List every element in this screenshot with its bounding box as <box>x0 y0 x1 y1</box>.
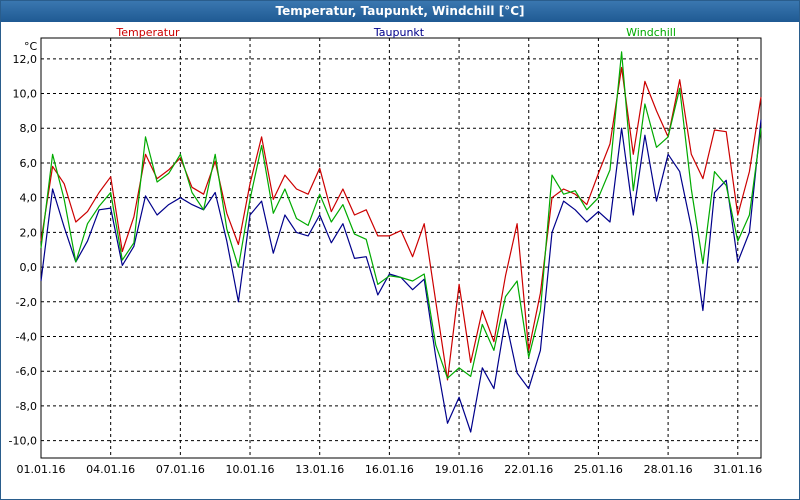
x-tick-label: 19.01.16 <box>435 463 484 476</box>
y-tick-label: -8,0 <box>16 400 37 413</box>
x-tick-label: 04.01.16 <box>86 463 135 476</box>
line-chart: 12,0 10,0 8,0 6,0 4,0 2,0 0,0 -2,0 -4,0 -6,0 -8,0 -… <box>9 26 763 476</box>
y-tick-label: 0,0 <box>20 261 38 274</box>
x-tick-label: 07.01.16 <box>156 463 205 476</box>
x-tick-label: 16.01.16 <box>365 463 414 476</box>
x-axis-labels: 01.01.16 04.01.16 07.01.16 10.01.16 13.01.16… <box>17 463 763 476</box>
legend-entry-temperatur: Temperatur <box>115 26 180 39</box>
legend: Temperatur Taupunkt Windchill <box>115 26 676 39</box>
y-tick-label: -6,0 <box>16 365 37 378</box>
x-tick-label: 25.01.16 <box>574 463 623 476</box>
y-tick-label: 12,0 <box>13 53 38 66</box>
y-tick-label: -10,0 <box>9 435 37 448</box>
y-tick-label: 8,0 <box>20 122 38 135</box>
y-tick-label: 4,0 <box>20 192 38 205</box>
x-tick-label: 10.01.16 <box>226 463 275 476</box>
y-tick-label: 10,0 <box>13 88 38 101</box>
x-tick-label: 22.01.16 <box>504 463 553 476</box>
series-line-temperatur <box>40 66 762 381</box>
y-tick-label: -4,0 <box>16 331 37 344</box>
legend-entry-windchill: Windchill <box>626 26 676 39</box>
x-tick-label: 13.01.16 <box>295 463 344 476</box>
y-tick-label: 6,0 <box>20 157 38 170</box>
y-tick-label: -2,0 <box>16 296 37 309</box>
series-lines <box>40 51 762 433</box>
series-line-taupunkt <box>40 119 762 433</box>
legend-entry-taupunkt: Taupunkt <box>373 26 425 39</box>
y-axis-labels: 12,0 10,0 8,0 6,0 4,0 2,0 0,0 -2,0 -4,0 -6,0 -8,0 -… <box>9 53 37 448</box>
y-tick-label: 2,0 <box>20 226 38 239</box>
y-axis-unit: °C <box>24 40 38 53</box>
x-tick-label: 01.01.16 <box>17 463 66 476</box>
x-tick-label: 31.01.16 <box>713 463 762 476</box>
x-tick-label: 28.01.16 <box>644 463 693 476</box>
